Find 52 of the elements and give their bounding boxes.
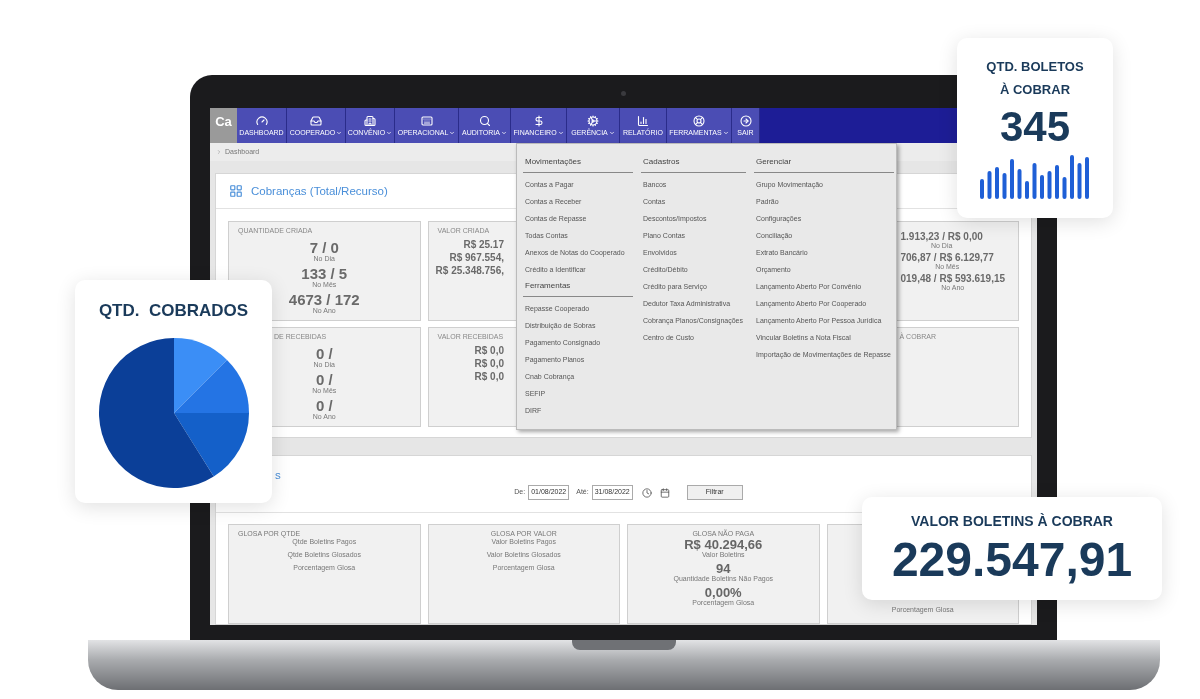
menu-heading: Cadastros — [641, 156, 746, 173]
caret-icon — [608, 129, 615, 136]
gears-icon — [587, 115, 599, 127]
exit-icon — [739, 115, 752, 127]
stat-value: R$ 0,0 — [474, 346, 504, 357]
stat-value: 4673 / 172 — [288, 292, 360, 308]
stat-value: 7 / 0 — [309, 240, 339, 256]
stat-value: R$ 967.554, — [449, 253, 504, 264]
stat-value: 0 / — [315, 346, 333, 362]
stat-value: 0,00% — [704, 586, 742, 599]
panel-title: Cobranças (Total/Recurso) — [251, 183, 388, 199]
gauge-icon — [255, 115, 268, 127]
stat-value: 1.913,23 / R$ 0,00 — [900, 232, 983, 243]
dollar-icon — [532, 115, 545, 127]
calendar-icon[interactable] — [659, 487, 670, 498]
stat-value: 94 — [716, 562, 731, 575]
camera-icon — [621, 91, 626, 96]
stat-value: R$ 25.348.756, — [435, 266, 504, 277]
stat-value: R$ 40.294,66 — [684, 538, 763, 551]
caret-icon — [336, 129, 343, 136]
promo-title: QTD. BOLETOS À COBRAR — [985, 58, 1085, 99]
grid-icon — [229, 184, 243, 199]
stat-value: 0 / — [315, 372, 333, 388]
promo-title: QTD. COBRADOS — [98, 300, 249, 322]
bar-chart-icon — [637, 115, 649, 127]
panel-title: s — [275, 468, 281, 482]
caret-icon — [449, 129, 456, 136]
caret-icon — [557, 129, 564, 136]
lifebuoy-icon — [693, 115, 705, 127]
menu-heading: Gerenciar — [754, 156, 894, 173]
building-icon — [364, 115, 376, 127]
stat-value: R$ 0,0 — [474, 359, 504, 370]
promo-value: 229.547,91 — [891, 532, 1133, 588]
stat-value: 019,48 / R$ 593.619,15 — [900, 274, 1006, 285]
menu-heading: Movimentações — [523, 156, 633, 173]
stat-value: R$ 0,0 — [474, 372, 504, 383]
clock-icon[interactable] — [641, 487, 652, 498]
caret-icon — [722, 129, 729, 136]
caret-icon — [386, 129, 393, 136]
inbox-icon — [310, 115, 322, 127]
chevron-icon — [216, 149, 222, 156]
stat-value: 0 / — [315, 398, 333, 414]
stat-value: R$ 25.17 — [463, 240, 504, 251]
promo-title: VALOR BOLETINS À COBRAR — [911, 512, 1113, 531]
menu-heading: Ferramentas — [523, 280, 633, 297]
promo-value: 345 — [999, 103, 1071, 151]
stat-value: 133 / 5 — [301, 266, 348, 282]
app-logo: Ca — [210, 108, 237, 143]
caret-icon — [501, 129, 507, 136]
search-icon — [478, 115, 491, 127]
keyboard-icon — [420, 115, 433, 127]
stat-value: 706,87 / R$ 6.129,77 — [900, 253, 994, 264]
